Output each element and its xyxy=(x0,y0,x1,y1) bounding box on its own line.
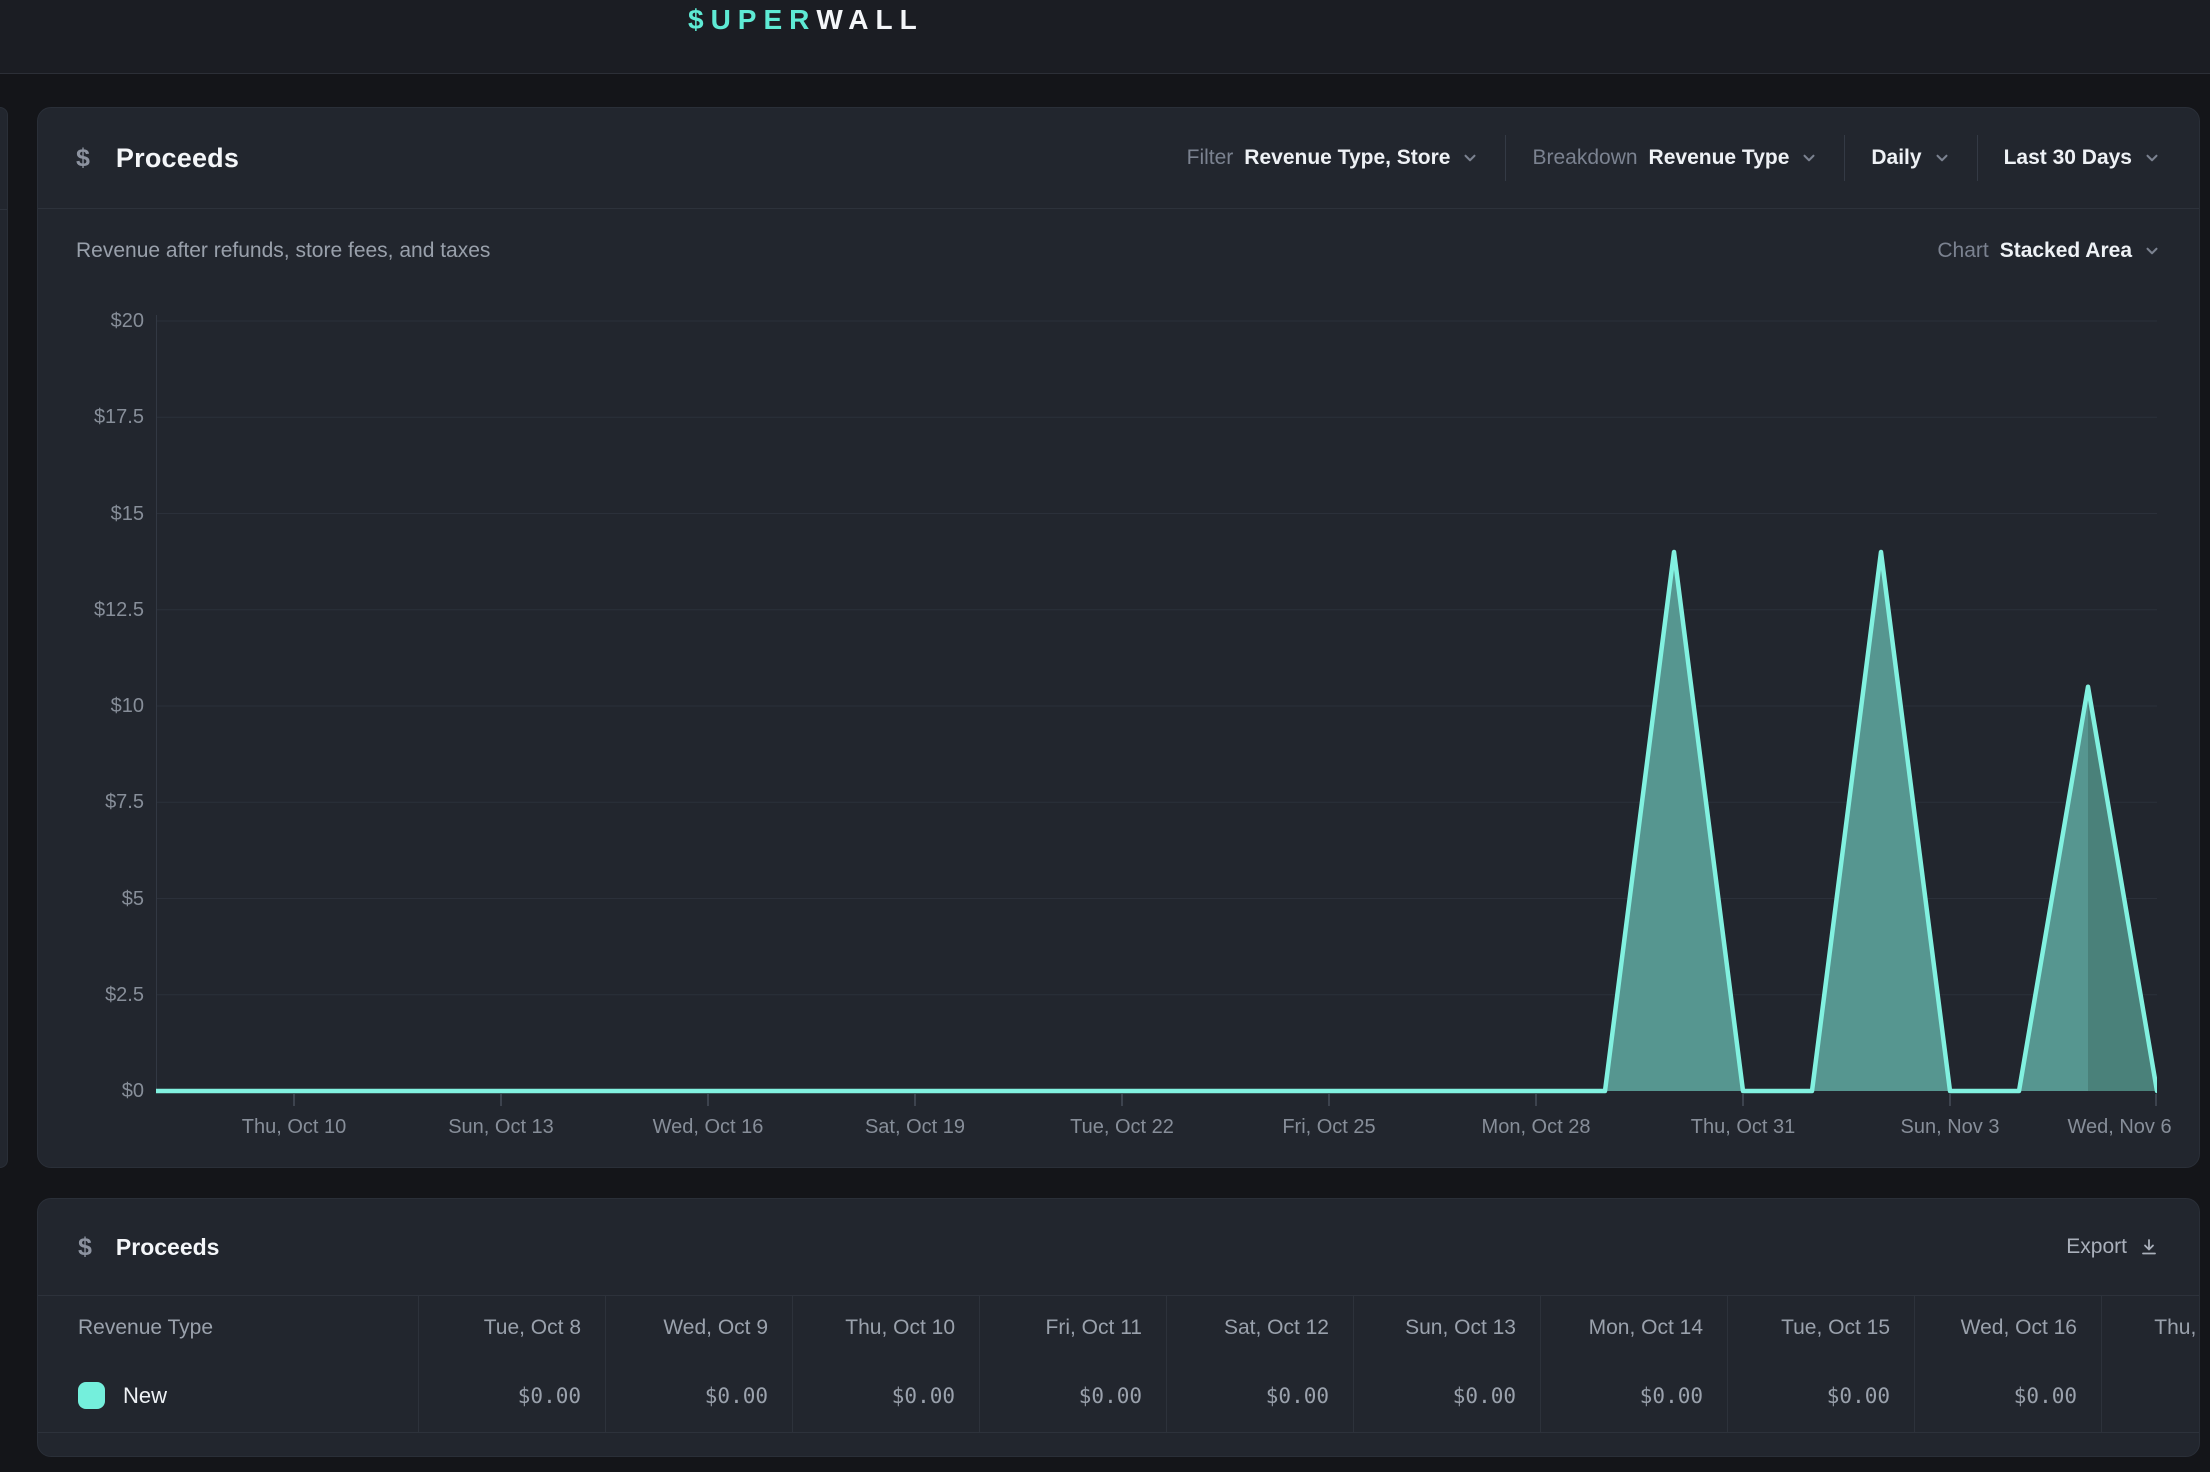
table-card-header: $ Proceeds Export xyxy=(38,1199,2199,1296)
breakdown-label: Breakdown xyxy=(1532,146,1637,170)
breakdown-value: Revenue Type xyxy=(1649,146,1790,170)
proceeds-table-card: $ Proceeds Export Revenue TypeTue, Oct 8… xyxy=(37,1198,2200,1457)
column-header-date: Tue, Oct 15 xyxy=(1727,1296,1914,1359)
y-axis-label: $15 xyxy=(38,501,144,527)
chevron-down-icon xyxy=(1933,149,1951,167)
chevron-down-icon xyxy=(1461,149,1479,167)
table-cell-value: $0.00 xyxy=(792,1359,979,1432)
y-axis-label: $12.5 xyxy=(38,597,144,623)
column-header-date: Sun, Oct 13 xyxy=(1353,1296,1540,1359)
chart-type-value: Stacked Area xyxy=(2000,239,2132,263)
date-range-dropdown[interactable]: Last 30 Days xyxy=(2004,146,2161,170)
x-axis-label: Tue, Oct 22 xyxy=(1070,1116,1174,1139)
column-header-date: Wed, Oct 16 xyxy=(1914,1296,2101,1359)
date-range-value: Last 30 Days xyxy=(2004,146,2132,170)
table-cell-value: $0.00 xyxy=(1166,1359,1353,1432)
adjacent-card-edge xyxy=(0,107,8,1168)
dollar-icon: $ xyxy=(76,144,90,173)
x-axis-label: Wed, Oct 16 xyxy=(653,1116,764,1139)
column-header-revenue-type: Revenue Type xyxy=(38,1296,418,1359)
table-header-row: Revenue TypeTue, Oct 8Wed, Oct 9Thu, Oct… xyxy=(38,1296,2200,1359)
granularity-dropdown[interactable]: Daily xyxy=(1871,146,1950,170)
granularity-value: Daily xyxy=(1871,146,1921,170)
divider xyxy=(0,209,7,210)
y-axis-label: $10 xyxy=(38,693,144,719)
stacked-area-chart[interactable] xyxy=(156,311,2157,1111)
y-axis-label: $17.5 xyxy=(38,404,144,430)
series-name: New xyxy=(123,1383,167,1409)
y-axis-label: $20 xyxy=(38,308,144,334)
table-cell-value: $0.00 xyxy=(1353,1359,1540,1432)
column-header-date: Thu, Oct 17 xyxy=(2101,1296,2200,1359)
divider xyxy=(1977,135,1978,181)
page-title: Proceeds xyxy=(116,143,239,174)
filter-dropdown[interactable]: Filter Revenue Type, Store xyxy=(1187,146,1480,170)
column-header-date: Tue, Oct 8 xyxy=(418,1296,605,1359)
x-axis-labels: Thu, Oct 10 Sun, Oct 13 Wed, Oct 16 Sat, Oc… xyxy=(156,1116,2157,1148)
x-axis-label: Sun, Oct 13 xyxy=(448,1116,554,1139)
export-label: Export xyxy=(2066,1235,2127,1259)
divider xyxy=(1844,135,1845,181)
chart-subtitle: Revenue after refunds, store fees, and t… xyxy=(76,239,490,263)
table-cell-value: $0.00 xyxy=(2101,1359,2200,1432)
logo-text-accent: $UPER xyxy=(688,4,816,36)
table-row: New$0.00$0.00$0.00$0.00$0.00$0.00$0.00$0… xyxy=(38,1359,2200,1433)
breakdown-dropdown[interactable]: Breakdown Revenue Type xyxy=(1532,146,1818,170)
x-axis-label: Sat, Oct 19 xyxy=(865,1116,965,1139)
divider xyxy=(1505,135,1506,181)
chart-type-dropdown[interactable]: Chart Stacked Area xyxy=(1937,239,2161,263)
area-fill xyxy=(156,552,2157,1091)
y-axis-labels: $20 $17.5 $15 $12.5 $10 $7.5 $5 $2.5 $0 xyxy=(38,311,144,1111)
x-axis-label: Fri, Oct 25 xyxy=(1282,1116,1375,1139)
proceeds-chart-card: $ Proceeds Filter Revenue Type, Store Br… xyxy=(37,107,2200,1168)
table-cell-value: $0.00 xyxy=(605,1359,792,1432)
filter-value: Revenue Type, Store xyxy=(1244,146,1450,170)
x-axis-label: Thu, Oct 31 xyxy=(1691,1116,1796,1139)
dollar-icon: $ xyxy=(78,1233,92,1262)
y-axis-label: $5 xyxy=(38,886,144,912)
y-axis-label: $2.5 xyxy=(38,982,144,1008)
column-header-date: Sat, Oct 12 xyxy=(1166,1296,1353,1359)
chevron-down-icon xyxy=(2143,242,2161,260)
chart-type-label: Chart xyxy=(1937,239,1988,263)
table-title: Proceeds xyxy=(116,1234,220,1261)
x-axis-label: Mon, Oct 28 xyxy=(1482,1116,1591,1139)
table-cell-value: $0.00 xyxy=(979,1359,1166,1432)
chevron-down-icon xyxy=(1800,149,1818,167)
table-cell-value: $0.00 xyxy=(1540,1359,1727,1432)
column-header-date: Mon, Oct 14 xyxy=(1540,1296,1727,1359)
export-button[interactable]: Export xyxy=(2066,1235,2159,1259)
x-axis-label: Wed, Nov 6 xyxy=(2067,1116,2171,1139)
filter-label: Filter xyxy=(1187,146,1234,170)
column-header-date: Thu, Oct 10 xyxy=(792,1296,979,1359)
table-cell-value: $0.00 xyxy=(1727,1359,1914,1432)
column-header-date: Fri, Oct 11 xyxy=(979,1296,1166,1359)
y-axis-label: $7.5 xyxy=(38,789,144,815)
logo-text: WALL xyxy=(816,4,923,36)
column-header-date: Wed, Oct 9 xyxy=(605,1296,792,1359)
x-axis-label: Thu, Oct 10 xyxy=(242,1116,347,1139)
table-cell-value: $0.00 xyxy=(418,1359,605,1432)
chevron-down-icon xyxy=(2143,149,2161,167)
series-color-swatch xyxy=(78,1382,105,1409)
download-icon xyxy=(2139,1237,2159,1257)
row-header: New xyxy=(38,1359,418,1432)
chart-card-header: $ Proceeds Filter Revenue Type, Store Br… xyxy=(38,108,2199,209)
superwall-logo[interactable]: $UPERWALL xyxy=(688,0,924,40)
table-cell-value: $0.00 xyxy=(1914,1359,2101,1432)
y-axis-label: $0 xyxy=(38,1078,144,1104)
top-navigation-bar: $UPERWALL xyxy=(0,0,2210,74)
x-axis-label: Sun, Nov 3 xyxy=(1901,1116,2000,1139)
